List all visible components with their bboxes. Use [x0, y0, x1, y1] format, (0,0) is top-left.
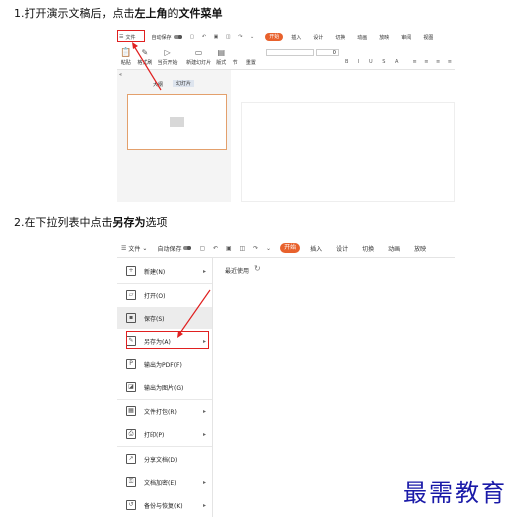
- step1-bold-corner: 左上角: [134, 7, 168, 20]
- font-format-icons[interactable]: B I U S A: [345, 59, 403, 65]
- chevron-right-icon: ▸: [202, 430, 206, 438]
- menu-item-share[interactable]: ↗ 分享文档(D): [117, 448, 212, 470]
- screenshot-1: ☰ 文件 自动保存 ▢ ↶ ▣ ◫ ↷ ⌄ 开始 插入 设计 切换 动画 放映 …: [117, 30, 455, 202]
- tab-slideshow[interactable]: 放映: [379, 34, 389, 41]
- tab-insert[interactable]: 插入: [310, 244, 322, 253]
- step1-text: 1.打开演示文稿后，点击: [14, 7, 135, 20]
- share-icon: ↗: [126, 454, 136, 464]
- step1-bold-menu: 文件菜单: [178, 7, 223, 20]
- pointer-arrow: [132, 42, 162, 91]
- layout-icon: ▤: [217, 48, 226, 57]
- chevron-right-icon: ▸: [202, 407, 206, 415]
- step2-text: 2.在下拉列表中点击: [14, 216, 113, 229]
- tab-animation[interactable]: 动画: [357, 34, 367, 41]
- encrypt-icon: ⚿: [126, 477, 136, 487]
- tab-transition[interactable]: 切换: [362, 244, 374, 253]
- tab-insert[interactable]: 插入: [291, 34, 301, 41]
- tab-review[interactable]: 审阅: [401, 34, 411, 41]
- watermark-logo: 最需教育: [403, 479, 507, 507]
- step2-bold-save-as: 另存为: [112, 216, 146, 229]
- menu-item-encrypt[interactable]: ⚿ 文档加密(E) ▸: [117, 471, 212, 493]
- paragraph-icons[interactable]: ≡ ≡ ≡ ≡: [412, 59, 455, 65]
- new-slide-button[interactable]: ▭ 新建幻灯片: [184, 40, 214, 66]
- font-name-select[interactable]: [266, 49, 314, 56]
- section-button[interactable]: 节: [229, 59, 241, 66]
- tab-slideshow[interactable]: 放映: [414, 244, 426, 253]
- font-size-select[interactable]: 0: [315, 49, 339, 56]
- step1-caption: 1.打开演示文稿后，点击左上角的文件菜单: [14, 5, 223, 21]
- menu-item-backup[interactable]: ↺ 备份与恢复(K) ▸: [117, 494, 212, 516]
- chevron-right-icon: ▸: [202, 501, 206, 509]
- tab-view[interactable]: 视图: [423, 34, 433, 41]
- pdf-icon: P: [126, 359, 136, 369]
- menu-item-package[interactable]: ▦ 文件打包(R) ▸: [117, 400, 212, 422]
- image-icon: ◪: [126, 382, 136, 392]
- tab-home[interactable]: 开始: [265, 33, 284, 41]
- tab-transition[interactable]: 切换: [335, 34, 345, 41]
- menu-item-print[interactable]: ⎙ 打印(P) ▸: [117, 423, 212, 445]
- new-slide-icon: ▭: [194, 48, 203, 57]
- print-icon: ⎙: [126, 429, 136, 439]
- pointer-arrow: [177, 289, 211, 338]
- step2-text-option: 选项: [145, 216, 168, 229]
- layout-button[interactable]: ▤ 版式: [213, 40, 229, 66]
- menu-item-export-image[interactable]: ◪ 输出为图片(G): [117, 376, 212, 398]
- backup-icon: ↺: [126, 500, 136, 510]
- package-icon: ▦: [126, 406, 136, 416]
- tab-design[interactable]: 设计: [313, 34, 323, 41]
- step2-caption: 2.在下拉列表中点击另存为选项: [14, 214, 168, 230]
- refresh-icon[interactable]: ↻: [254, 264, 261, 273]
- reset-button[interactable]: 重置: [241, 59, 260, 66]
- chevron-right-icon: ▸: [202, 478, 206, 486]
- tab-home[interactable]: 开始: [280, 243, 301, 253]
- tab-design[interactable]: 设计: [336, 244, 348, 253]
- slide-thumbnail[interactable]: [127, 94, 227, 150]
- slide-canvas[interactable]: [241, 102, 455, 202]
- tab-animation[interactable]: 动画: [388, 244, 400, 253]
- step1-text-de: 的: [167, 7, 179, 20]
